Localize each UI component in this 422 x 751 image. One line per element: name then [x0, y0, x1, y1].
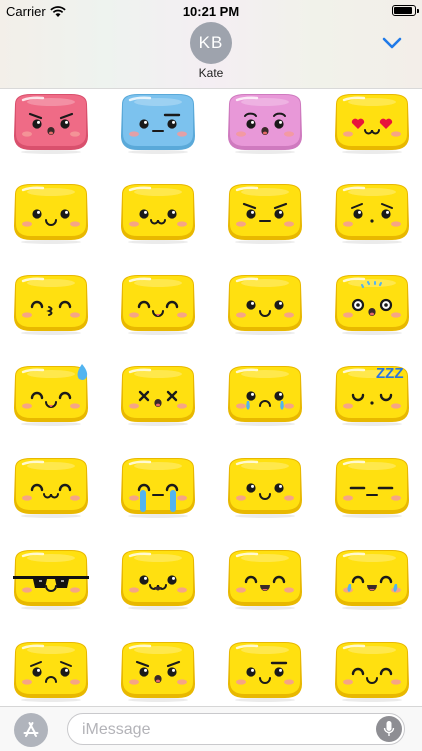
crying-sticker-icon	[228, 366, 302, 426]
svg-text:ZZZ: ZZZ	[376, 365, 404, 382]
sticker-item[interactable]	[225, 546, 305, 610]
sticker-item[interactable]	[332, 454, 412, 518]
skeptical-sticker-icon	[228, 642, 302, 702]
angry-sticker-icon	[14, 94, 88, 154]
message-field[interactable]	[67, 713, 405, 746]
microphone-button[interactable]	[376, 716, 402, 742]
sunglasses-sticker-icon	[13, 550, 89, 610]
sobbing-sticker-icon	[121, 458, 195, 518]
mad-sticker-icon	[121, 642, 195, 702]
unamused-sticker-icon	[121, 94, 195, 154]
laughing-sticker-icon	[121, 550, 195, 610]
sticker-item[interactable]: ZZZ	[332, 362, 412, 426]
sticker-item[interactable]	[118, 638, 198, 702]
grin-sticker-icon	[228, 550, 302, 610]
sticker-item[interactable]	[225, 271, 305, 335]
sticker-item[interactable]	[118, 90, 198, 154]
sticker-item[interactable]	[225, 180, 305, 244]
content-sticker-icon	[14, 458, 88, 518]
sticker-item[interactable]	[225, 454, 305, 518]
message-input[interactable]	[80, 714, 364, 746]
sticker-item[interactable]	[332, 271, 412, 335]
sticker-item[interactable]	[332, 90, 412, 154]
microphone-icon	[383, 721, 395, 736]
app-store-icon	[23, 722, 39, 737]
happy-sticker-icon	[228, 275, 302, 335]
sticker-item[interactable]	[118, 546, 198, 610]
sticker-item[interactable]	[118, 454, 198, 518]
heart-eyes-sticker-icon	[335, 94, 409, 154]
sticker-item[interactable]	[11, 454, 91, 518]
annoyed-sticker-icon	[228, 184, 302, 244]
sticker-item[interactable]	[332, 180, 412, 244]
surprised-sticker-icon	[228, 94, 302, 154]
sticker-item[interactable]	[332, 546, 412, 610]
shocked-sticker-icon	[335, 275, 409, 335]
sticker-item[interactable]	[118, 271, 198, 335]
sticker-item[interactable]	[332, 638, 412, 702]
expressionless-sticker-icon	[335, 458, 409, 518]
cat-smile-sticker-icon	[121, 184, 195, 244]
sticker-item[interactable]	[225, 90, 305, 154]
avatar[interactable]: KB	[190, 22, 232, 64]
app-store-button[interactable]	[14, 713, 48, 747]
kissing-sticker-icon	[14, 275, 88, 335]
message-composer-bar	[0, 706, 422, 751]
sleeping-sticker-icon: ZZZ	[335, 365, 409, 426]
sticker-item[interactable]	[225, 638, 305, 702]
joy-sticker-icon	[335, 550, 409, 610]
sticker-item[interactable]	[118, 180, 198, 244]
status-bar: Carrier 10:21 PM	[0, 0, 422, 22]
sticker-item[interactable]	[11, 90, 91, 154]
status-time: 10:21 PM	[182, 4, 240, 19]
sticker-grid: ZZZ	[0, 88, 422, 708]
chevron-down-icon[interactable]	[381, 36, 403, 50]
sticker-item[interactable]	[11, 271, 91, 335]
contact-name[interactable]: Kate	[0, 66, 422, 80]
conversation-header: Carrier 10:21 PM KB Kate	[0, 0, 422, 89]
wink-sticker-icon	[335, 642, 409, 702]
sticker-item[interactable]	[225, 362, 305, 426]
sad-sticker-icon	[14, 642, 88, 702]
sticker-item[interactable]	[11, 638, 91, 702]
sticker-item[interactable]	[118, 362, 198, 426]
sticker-item[interactable]	[11, 362, 91, 426]
smirk-sticker-icon	[228, 458, 302, 518]
smile-sticker-icon	[14, 184, 88, 244]
sticker-item[interactable]	[11, 546, 91, 610]
sticker-item[interactable]	[11, 180, 91, 244]
avatar-initials: KB	[198, 33, 224, 52]
tongue-sticker-icon	[121, 275, 195, 335]
dizzy-sticker-icon	[121, 366, 195, 426]
sweat-smile-sticker-icon	[14, 364, 88, 426]
battery-icon	[392, 5, 419, 16]
worried-sticker-icon	[335, 184, 409, 244]
